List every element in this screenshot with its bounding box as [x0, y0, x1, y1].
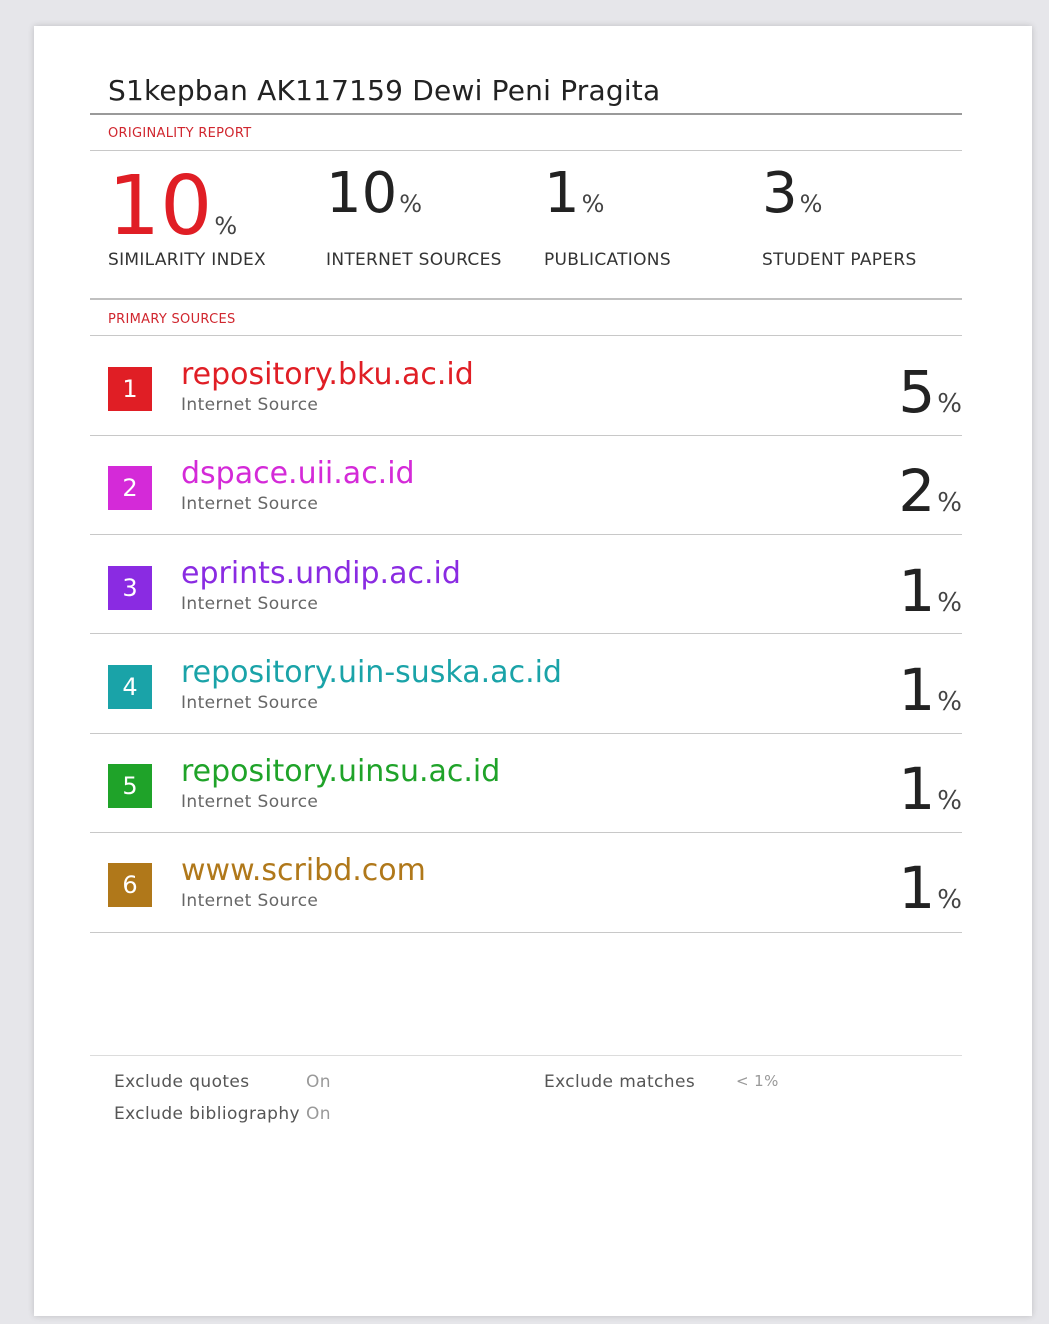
exclude-quotes-value: On — [306, 1072, 331, 1092]
source-percentage: 5% — [898, 363, 962, 421]
similarity-index-pct: % — [214, 212, 238, 240]
source-row[interactable]: 4 repository.uin-suska.ac.id Internet So… — [90, 635, 962, 733]
internet-sources-label: INTERNET SOURCES — [326, 250, 502, 270]
document-title: S1kepban AK117159 Dewi Peni Pragita — [108, 74, 661, 107]
source-type: Internet Source — [181, 693, 319, 713]
publications-label: PUBLICATIONS — [544, 250, 671, 270]
source-percentage-value: 1 — [898, 656, 936, 724]
source-row[interactable]: 5 repository.uinsu.ac.id Internet Source… — [90, 734, 962, 832]
source-rank-badge: 2 — [108, 466, 152, 510]
source-type: Internet Source — [181, 494, 319, 514]
source-percentage-value: 1 — [898, 755, 936, 823]
source-rank-badge: 1 — [108, 367, 152, 411]
exclude-quotes-label: Exclude quotes — [114, 1072, 250, 1092]
source-link[interactable]: repository.bku.ac.id — [181, 357, 474, 392]
similarity-index-value: 10 — [108, 159, 213, 254]
footer-divider — [90, 1055, 962, 1056]
primary-sources-label: PRIMARY SOURCES — [108, 312, 236, 327]
source-percentage-value: 1 — [898, 854, 936, 922]
publications-value: 1 — [544, 161, 580, 226]
source-link[interactable]: repository.uinsu.ac.id — [181, 754, 500, 789]
source-type: Internet Source — [181, 395, 319, 415]
publications-pct: % — [581, 190, 605, 218]
exclude-matches-value: < 1% — [736, 1072, 779, 1090]
source-type: Internet Source — [181, 891, 319, 911]
source-percentage: 1% — [898, 760, 962, 818]
primary-sources-divider — [90, 335, 962, 336]
source-percentage-sign: % — [937, 687, 962, 717]
internet-sources-value: 10 — [326, 161, 398, 226]
row-divider — [90, 534, 962, 535]
stat-student-papers: 3% STUDENT PAPERS — [762, 166, 916, 271]
row-divider — [90, 932, 962, 933]
originality-report-label: ORIGINALITY REPORT — [108, 126, 252, 141]
source-percentage: 1% — [898, 562, 962, 620]
source-percentage: 2% — [898, 462, 962, 520]
exclude-matches-label: Exclude matches — [544, 1072, 696, 1092]
student-papers-pct: % — [799, 190, 823, 218]
source-percentage-value: 2 — [898, 457, 936, 525]
stats-divider — [90, 298, 962, 300]
source-link[interactable]: eprints.undip.ac.id — [181, 556, 461, 591]
source-percentage: 1% — [898, 859, 962, 917]
source-percentage-sign: % — [937, 588, 962, 618]
originality-divider — [90, 150, 962, 151]
source-link[interactable]: repository.uin-suska.ac.id — [181, 655, 562, 690]
exclude-bibliography-value: On — [306, 1104, 331, 1124]
source-type: Internet Source — [181, 594, 319, 614]
report-page: S1kepban AK117159 Dewi Peni Pragita ORIG… — [34, 26, 1032, 1316]
internet-sources-pct: % — [399, 190, 423, 218]
source-row[interactable]: 1 repository.bku.ac.id Internet Source 5… — [90, 337, 962, 435]
source-percentage-sign: % — [937, 786, 962, 816]
title-divider — [90, 113, 962, 115]
stat-internet-sources: 10% INTERNET SOURCES — [326, 166, 501, 271]
source-rank-badge: 5 — [108, 764, 152, 808]
source-link[interactable]: www.scribd.com — [181, 853, 426, 888]
source-percentage-sign: % — [937, 389, 962, 419]
source-row[interactable]: 2 dspace.uii.ac.id Internet Source 2% — [90, 436, 962, 534]
source-percentage: 1% — [898, 661, 962, 719]
exclude-bibliography-label: Exclude bibliography — [114, 1104, 300, 1124]
source-rank-badge: 3 — [108, 566, 152, 610]
source-row[interactable]: 3 eprints.undip.ac.id Internet Source 1% — [90, 536, 962, 634]
source-percentage-value: 1 — [898, 557, 936, 625]
similarity-index-label: SIMILARITY INDEX — [108, 250, 266, 270]
stat-similarity-index: 10% SIMILARITY INDEX — [108, 166, 266, 271]
source-percentage-sign: % — [937, 488, 962, 518]
source-percentage-sign: % — [937, 885, 962, 915]
source-rank-badge: 4 — [108, 665, 152, 709]
source-percentage-value: 5 — [898, 358, 936, 426]
student-papers-label: STUDENT PAPERS — [762, 250, 917, 270]
source-rank-badge: 6 — [108, 863, 152, 907]
source-type: Internet Source — [181, 792, 319, 812]
row-divider — [90, 633, 962, 634]
source-link[interactable]: dspace.uii.ac.id — [181, 456, 415, 491]
student-papers-value: 3 — [762, 161, 798, 226]
stat-publications: 1% PUBLICATIONS — [544, 166, 671, 271]
source-row[interactable]: 6 www.scribd.com Internet Source 1% — [90, 833, 962, 931]
